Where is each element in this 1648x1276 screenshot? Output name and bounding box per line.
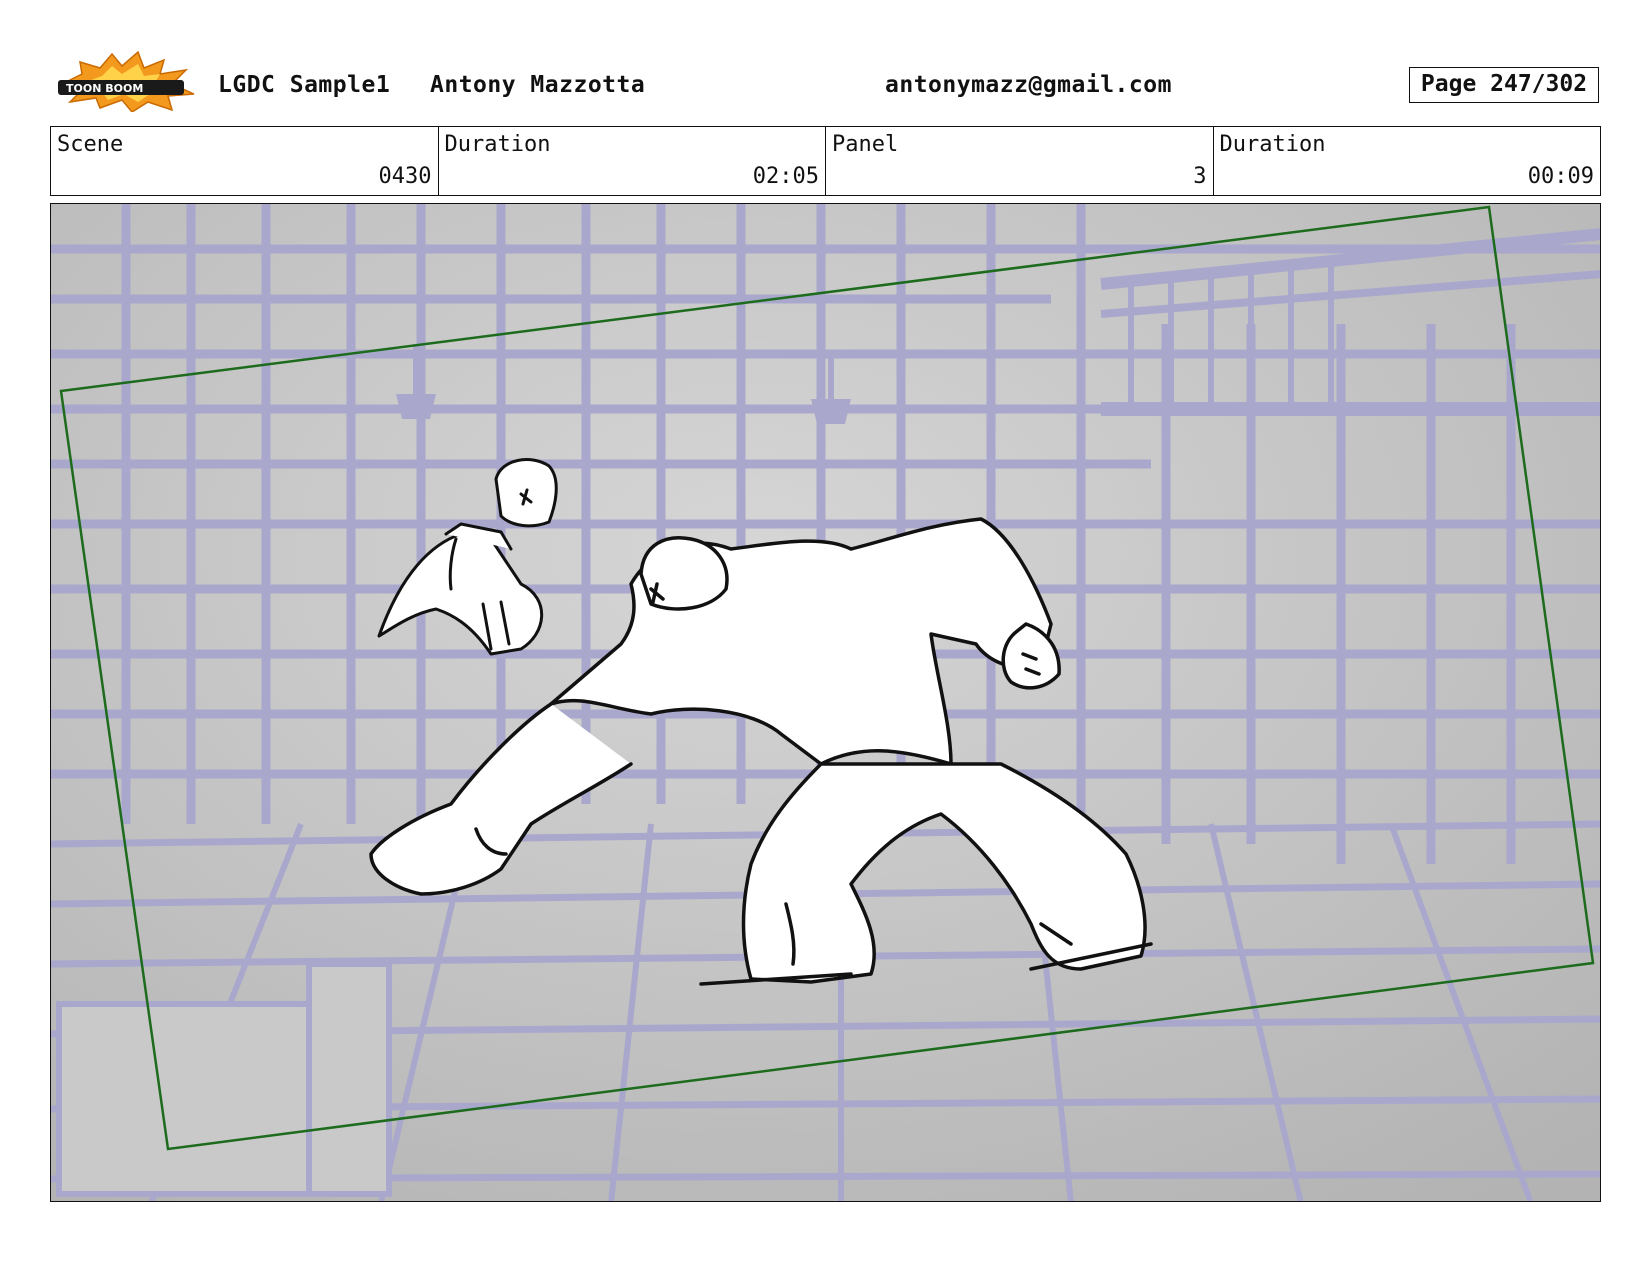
- page-indicator: Page 247/302: [1409, 67, 1599, 103]
- scene-label: Scene: [57, 132, 124, 157]
- panel-duration-value: 00:09: [1527, 164, 1594, 189]
- panel-duration-cell: Duration 00:09: [1214, 127, 1601, 195]
- scene-duration-cell: Duration 02:05: [439, 127, 826, 195]
- logo-text: TOON BOOM: [66, 82, 143, 95]
- scene-duration-value: 02:05: [752, 164, 819, 189]
- project-title: LGDC Sample1: [218, 72, 391, 98]
- author-name: Antony Mazzotta: [430, 72, 646, 98]
- scene-duration-label: Duration: [444, 132, 551, 157]
- toonboom-logo: TOON BOOM: [52, 50, 202, 112]
- author-email: antonymazz@gmail.com: [885, 72, 1172, 98]
- scene-value: 0430: [378, 164, 432, 189]
- scene-cell: Scene 0430: [51, 127, 439, 195]
- storyboard-panel-image: [50, 203, 1601, 1202]
- panel-duration-label: Duration: [1219, 132, 1326, 157]
- storyboard-header: TOON BOOM LGDC Sample1 Antony Mazzotta a…: [0, 0, 1648, 120]
- panel-artwork: [51, 204, 1600, 1201]
- panel-label: Panel: [832, 132, 899, 157]
- panel-value: 3: [1193, 164, 1207, 189]
- panel-info-table: Scene 0430 Duration 02:05 Panel 3 Durati…: [50, 126, 1601, 196]
- panel-cell: Panel 3: [826, 127, 1214, 195]
